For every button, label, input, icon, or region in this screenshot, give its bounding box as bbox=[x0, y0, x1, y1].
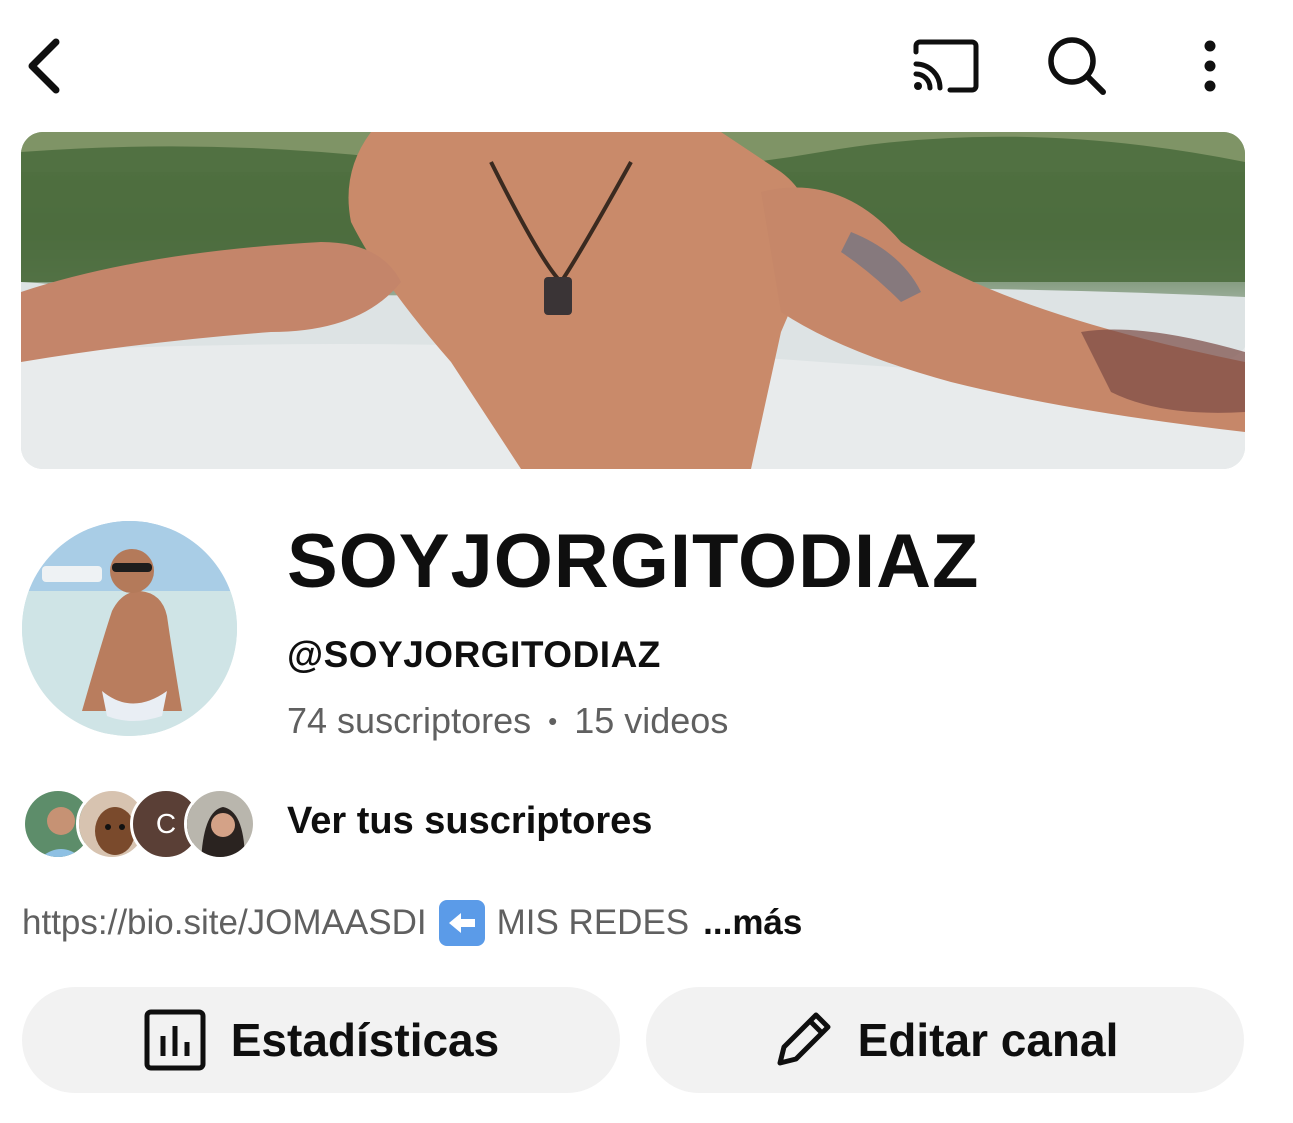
subscriber-count: 74 suscriptores bbox=[287, 700, 532, 741]
subscriber-avatar-image bbox=[187, 791, 253, 857]
more-vert-icon bbox=[1204, 40, 1216, 92]
subscriber-avatars[interactable]: C bbox=[22, 786, 256, 862]
channel-handle: @SOYJORGITODIAZ bbox=[287, 634, 661, 675]
channel-stats: 74 suscriptores • 15 videos bbox=[287, 700, 728, 742]
bio-text: MIS REDES bbox=[496, 903, 690, 942]
edit-channel-label: Editar canal bbox=[857, 1014, 1119, 1066]
channel-description[interactable]: https://bio.site/JOMAASDI MIS REDES ...m… bbox=[22, 900, 802, 946]
analytics-label: Estadísticas bbox=[230, 1014, 500, 1066]
chevron-left-icon bbox=[28, 38, 60, 94]
channel-banner[interactable] bbox=[21, 132, 1245, 469]
channel-avatar[interactable] bbox=[22, 521, 237, 736]
cast-icon bbox=[913, 39, 979, 93]
edit-channel-button[interactable]: Editar canal bbox=[646, 987, 1244, 1093]
back-button[interactable] bbox=[14, 28, 74, 104]
analytics-button[interactable]: Estadísticas bbox=[22, 987, 620, 1093]
search-button[interactable] bbox=[1037, 28, 1117, 104]
bio-link[interactable]: https://bio.site/JOMAASDI bbox=[22, 903, 427, 943]
subscriber-avatar bbox=[184, 788, 256, 860]
pencil-icon bbox=[777, 1012, 831, 1066]
channel-name: SOYJORGITODIAZ bbox=[287, 519, 980, 604]
avatar-image bbox=[22, 521, 237, 736]
video-count: 15 videos bbox=[574, 700, 729, 741]
more-options-button[interactable] bbox=[1180, 28, 1240, 104]
more-link[interactable]: ...más bbox=[703, 903, 802, 943]
left-arrow-icon bbox=[438, 900, 485, 946]
banner-image bbox=[21, 132, 1245, 469]
analytics-icon bbox=[144, 1009, 206, 1071]
view-subscribers-link[interactable]: Ver tus suscriptores bbox=[287, 800, 652, 843]
search-icon bbox=[1048, 37, 1106, 95]
top-app-bar bbox=[0, 0, 1293, 130]
stats-separator: • bbox=[548, 705, 558, 736]
cast-button[interactable] bbox=[905, 28, 985, 104]
